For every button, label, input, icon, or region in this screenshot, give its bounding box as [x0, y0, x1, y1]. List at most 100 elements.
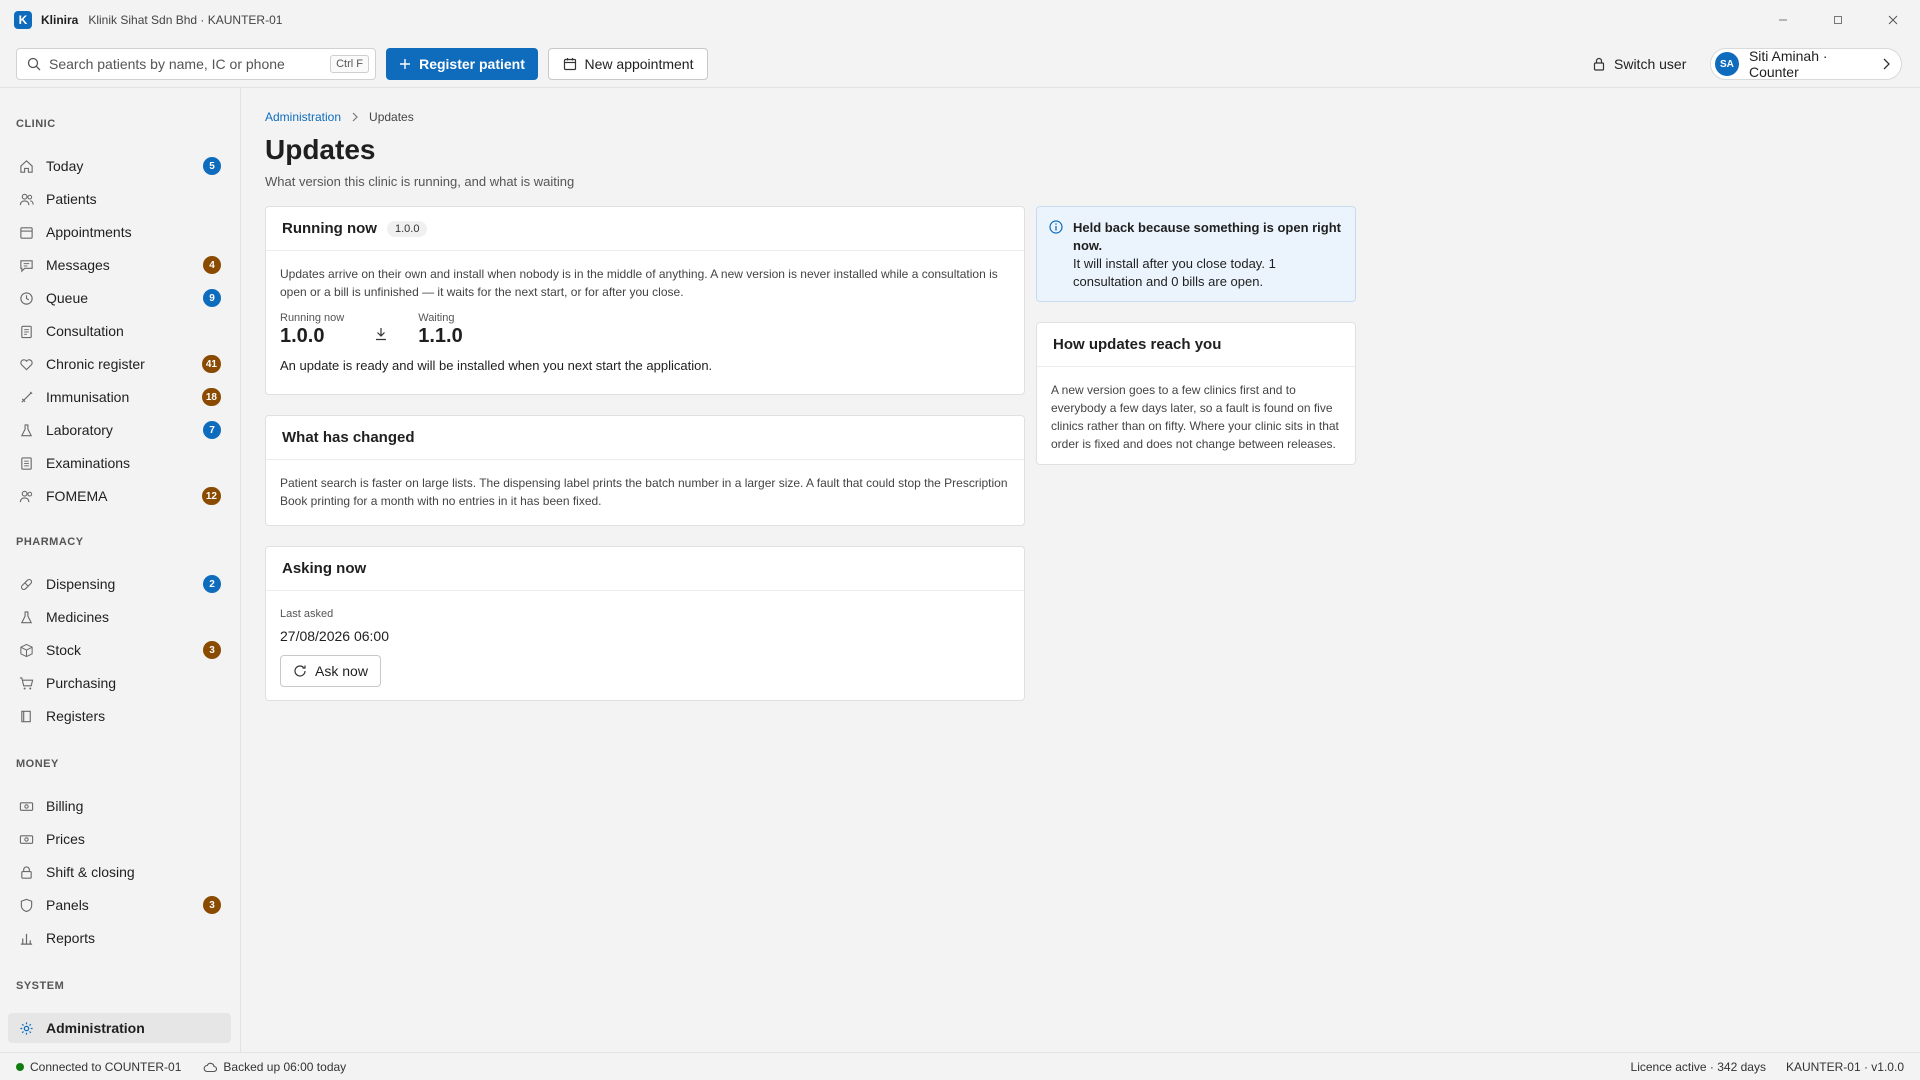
sidebar-item-label: Stock: [46, 642, 82, 658]
chevron-right-icon: [1883, 58, 1890, 70]
close-window-button[interactable]: [1865, 0, 1920, 40]
sidebar-item-shift-closing[interactable]: Shift & closing: [8, 857, 231, 887]
count-badge: 12: [201, 487, 221, 505]
count-badge: 3: [203, 641, 221, 659]
sidebar-nav: CLINIC Today 5 Patients Appointments Mes…: [0, 88, 241, 1052]
sidebar-item-fomema[interactable]: FOMEMA 12: [8, 481, 231, 511]
syringe-icon: [20, 390, 33, 403]
chat-icon: [19, 259, 33, 272]
minimize-button[interactable]: [1755, 0, 1810, 40]
sidebar-item-registers[interactable]: Registers: [8, 701, 231, 731]
search-input[interactable]: [49, 56, 331, 72]
page-subtitle: What version this clinic is running, and…: [265, 174, 575, 189]
update-description: Updates arrive on their own and install …: [280, 267, 998, 299]
section-heading-pharmacy: PHARMACY: [16, 536, 84, 548]
clipboard-icon: [20, 325, 32, 338]
refresh-icon: [294, 665, 306, 677]
register-patient-label: Register patient: [419, 56, 525, 72]
card-title: Asking now: [282, 560, 367, 577]
chevron-right-icon: [352, 112, 358, 122]
breadcrumb-link-administration[interactable]: Administration: [265, 110, 341, 124]
waiting-version-value: 1.1.0: [418, 325, 463, 347]
sidebar-item-label: Dispensing: [46, 576, 116, 592]
running-now-card: Running now 1.0.0 Updates arrive on thei…: [265, 206, 1025, 395]
sidebar-item-immunisation[interactable]: Immunisation 18: [8, 382, 231, 412]
card-header: Running now 1.0.0: [266, 207, 1024, 251]
sidebar-item-dispensing[interactable]: Dispensing 2: [8, 569, 231, 599]
waiting-version-label: Waiting: [418, 312, 455, 324]
update-ready-text: An update is ready and will be installed…: [280, 358, 713, 373]
sidebar-item-medicines[interactable]: Medicines: [8, 602, 231, 632]
maximize-icon: [1833, 16, 1842, 24]
held-back-notice: Held back because something is open righ…: [1036, 206, 1356, 302]
cloud-icon: [204, 1062, 218, 1072]
ask-now-label: Ask now: [315, 663, 368, 679]
last-asked-label: Last asked: [280, 608, 334, 620]
sidebar-item-laboratory[interactable]: Laboratory 7: [8, 415, 231, 445]
minimize-icon: [1778, 19, 1787, 21]
sidebar-item-messages[interactable]: Messages 4: [8, 250, 231, 280]
how-updates-card: How updates reach you A new version goes…: [1036, 322, 1356, 465]
sidebar-item-purchasing[interactable]: Purchasing: [8, 668, 231, 698]
version-status: KAUNTER-01 · v1.0.0: [1785, 1059, 1904, 1074]
sidebar-item-reports[interactable]: Reports: [8, 923, 231, 953]
count-badge: 41: [201, 355, 221, 373]
switch-user-button[interactable]: Switch user: [1592, 48, 1686, 80]
card-header: Asking now: [266, 547, 1024, 591]
card-title: Running now: [282, 220, 377, 237]
card-title: How updates reach you: [1053, 336, 1222, 353]
sidebar-item-examinations[interactable]: Examinations: [8, 448, 231, 478]
sidebar-item-label: Administration: [46, 1020, 145, 1036]
home-icon: [19, 159, 33, 173]
card-title: What has changed: [282, 429, 415, 446]
running-version: Running now 1.0.0: [280, 311, 344, 347]
sidebar-item-consultation[interactable]: Consultation: [8, 316, 231, 346]
flask-icon: [20, 610, 32, 623]
clock-icon: [19, 291, 33, 305]
sidebar-item-queue[interactable]: Queue 9: [8, 283, 231, 313]
version-pill: 1.0.0: [386, 220, 428, 237]
sidebar-item-administration[interactable]: Administration: [8, 1013, 231, 1043]
section-heading-clinic: CLINIC: [16, 118, 56, 130]
ask-now-button[interactable]: Ask now: [280, 655, 381, 687]
current-user-menu[interactable]: SA Siti Aminah · Counter: [1710, 48, 1902, 80]
count-badge: 4: [203, 256, 221, 274]
sidebar-item-patients[interactable]: Patients: [8, 184, 231, 214]
people-icon: [19, 490, 32, 502]
sidebar-item-label: Immunisation: [46, 389, 130, 405]
book-icon: [20, 710, 31, 722]
register-patient-button[interactable]: Register patient: [386, 48, 538, 80]
cart-icon: [19, 676, 33, 689]
changes-text: Patient search is faster on large lists.…: [280, 476, 1008, 508]
patient-search[interactable]: Ctrl F: [16, 48, 376, 80]
sidebar-item-prices[interactable]: Prices: [8, 824, 231, 854]
sidebar-item-today[interactable]: Today 5: [8, 151, 231, 181]
maximize-button[interactable]: [1810, 0, 1865, 40]
sidebar-item-label: Prices: [46, 831, 85, 847]
page-title: Updates: [265, 134, 376, 165]
calendar-icon: [563, 58, 576, 71]
plus-icon: [400, 59, 411, 69]
sidebar-item-appointments[interactable]: Appointments: [8, 217, 231, 247]
sidebar-item-label: Patients: [46, 191, 97, 207]
backup-status: Backed up 06:00 today: [203, 1060, 346, 1074]
backup-text: Backed up 06:00 today: [223, 1059, 347, 1074]
app-name: Klinira: [41, 13, 79, 27]
shield-icon: [20, 898, 32, 912]
sidebar-item-label: Medicines: [46, 609, 110, 625]
sidebar-item-label: Consultation: [46, 323, 124, 339]
connection-text: Connected to COUNTER-01: [30, 1059, 182, 1074]
sidebar-item-label: Queue: [46, 290, 89, 306]
pill-icon: [20, 578, 32, 590]
notice-title: Held back because something is open righ…: [1073, 220, 1342, 253]
new-appointment-button[interactable]: New appointment: [548, 48, 708, 80]
bar-chart-icon: [20, 933, 32, 945]
sidebar-item-panels[interactable]: Panels 3: [8, 890, 231, 920]
sidebar-item-stock[interactable]: Stock 3: [8, 635, 231, 665]
sidebar-item-chronic-register[interactable]: Chronic register 41: [8, 349, 231, 379]
sidebar-item-billing[interactable]: Billing: [8, 791, 231, 821]
sidebar-item-label: Reports: [46, 930, 96, 946]
people-icon: [19, 193, 34, 205]
sidebar-item-label: Appointments: [46, 224, 132, 240]
sidebar-item-label: Chronic register: [46, 356, 145, 372]
